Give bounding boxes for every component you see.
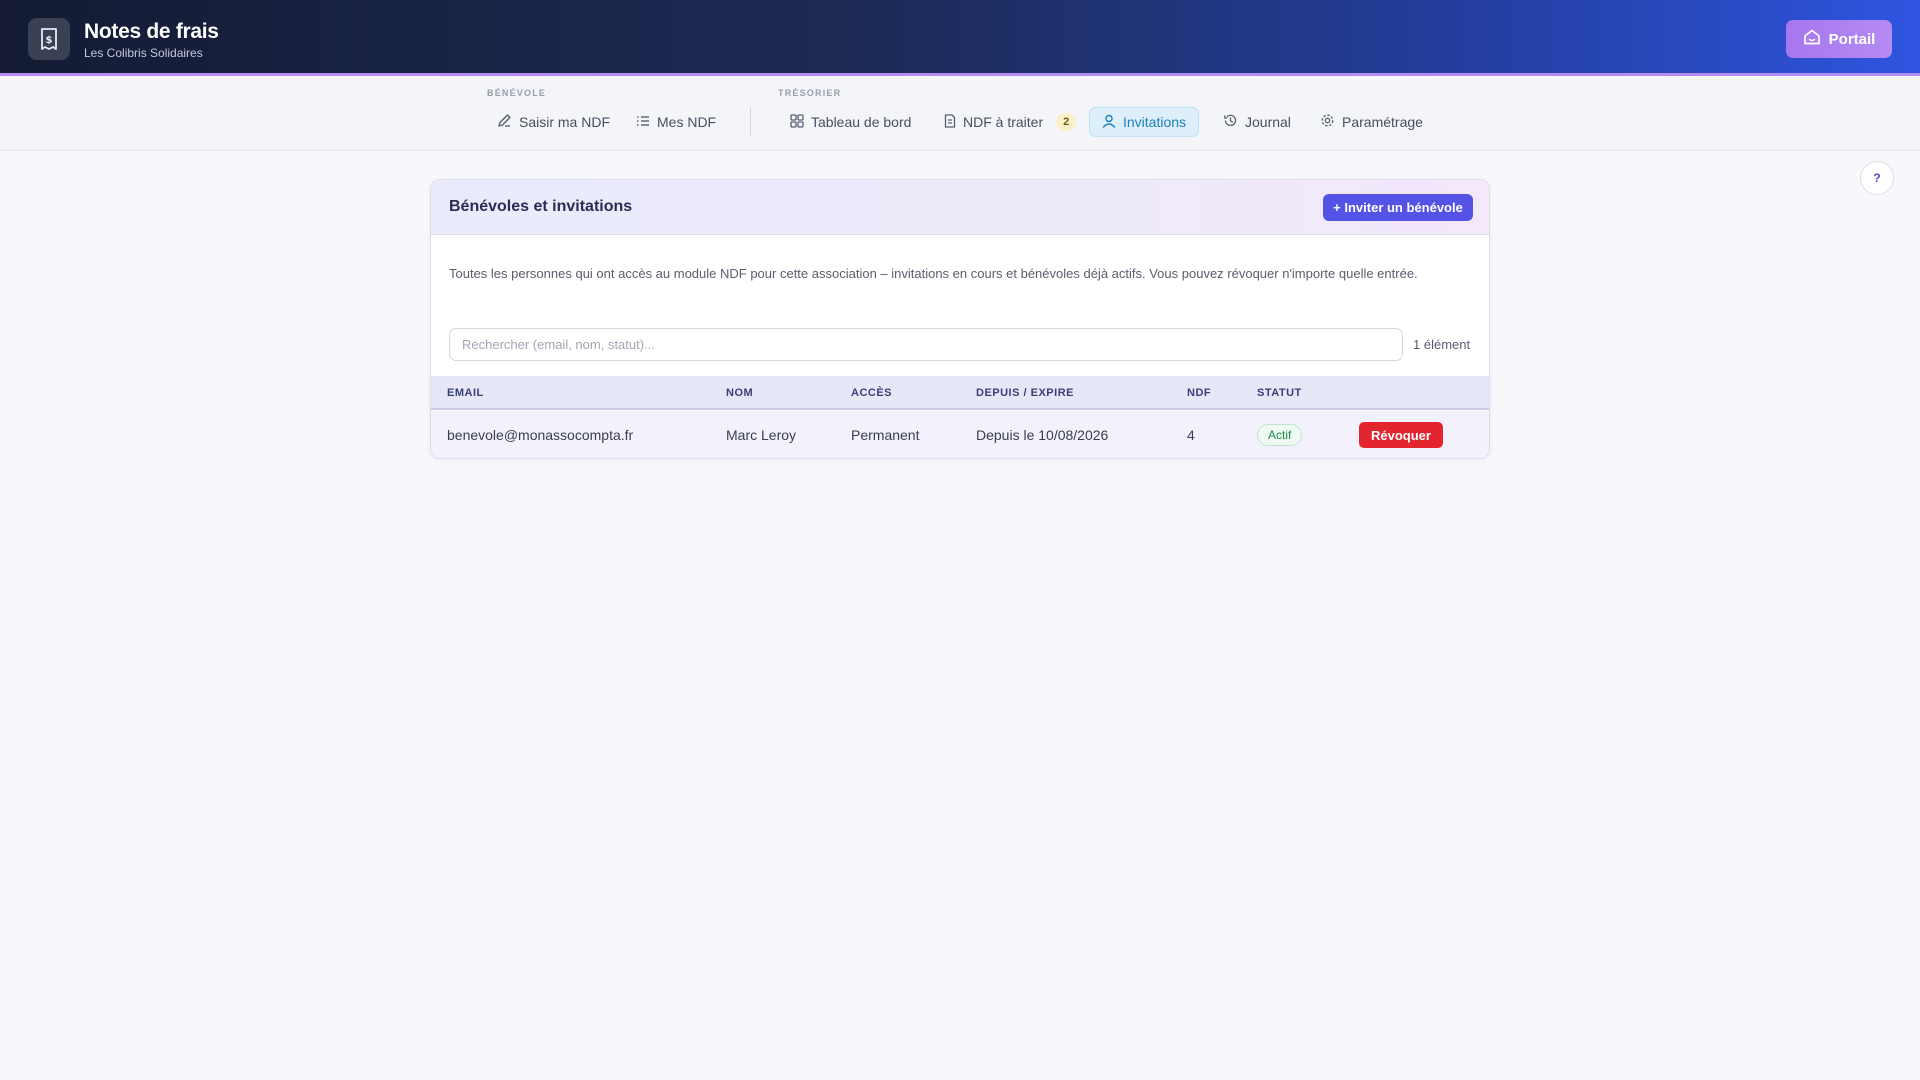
- nav-group-tresorier: TRÉSORIER: [778, 88, 842, 98]
- column-header-access: ACCÈS: [851, 387, 893, 399]
- pending-count-badge: 2: [1056, 113, 1077, 131]
- cell-email: benevole@monassocompta.fr: [447, 427, 634, 443]
- nav-item-label: Mes NDF: [657, 114, 717, 130]
- help-button[interactable]: ?: [1860, 161, 1894, 195]
- portal-button[interactable]: Portail: [1786, 20, 1892, 58]
- nav-item-mes-ndf[interactable]: Mes NDF: [624, 107, 728, 137]
- nav-item-label: Tableau de bord: [811, 114, 912, 130]
- cell-access: Permanent: [851, 427, 920, 443]
- nav-item-saisir-ndf[interactable]: Saisir ma NDF: [485, 107, 622, 137]
- column-header-name: NOM: [726, 387, 754, 399]
- home-icon: [1803, 29, 1821, 49]
- main-nav: BÉNÉVOLE TRÉSORIER Saisir ma NDF Mes NDF…: [0, 79, 1920, 151]
- card-title: Bénévoles et invitations: [449, 198, 633, 215]
- app-title: Notes de frais: [84, 20, 219, 43]
- column-header-ndf: NDF: [1187, 387, 1212, 399]
- history-icon: [1223, 113, 1238, 131]
- revoke-button[interactable]: Révoquer: [1359, 422, 1443, 448]
- table-row: benevole@monassocompta.fr Marc Leroy Per…: [431, 411, 1489, 458]
- nav-item-label: Journal: [1245, 114, 1291, 130]
- nav-item-tableau-de-bord[interactable]: Tableau de bord: [778, 107, 923, 137]
- column-header-email: EMAIL: [447, 387, 484, 399]
- gear-icon: [1320, 113, 1335, 131]
- nav-item-invitations[interactable]: Invitations: [1089, 107, 1200, 137]
- column-header-since: DEPUIS / EXPIRE: [976, 387, 1074, 399]
- document-icon: [944, 113, 956, 131]
- search-input[interactable]: [449, 328, 1403, 361]
- cell-ndf-count: 4: [1187, 427, 1195, 443]
- cell-since: Depuis le 10/08/2026: [976, 427, 1109, 443]
- nav-item-label: Saisir ma NDF: [519, 114, 611, 130]
- receipt-dollar-icon: $: [28, 18, 70, 60]
- nav-divider: [750, 108, 751, 136]
- app-header: $ Notes de frais Les Colibris Solidaires…: [0, 0, 1920, 76]
- nav-item-journal[interactable]: Journal: [1211, 107, 1303, 137]
- dashboard-icon: [790, 113, 804, 131]
- cell-name: Marc Leroy: [726, 427, 797, 443]
- organization-name: Les Colibris Solidaires: [84, 46, 203, 60]
- column-header-status: STATUT: [1257, 387, 1302, 399]
- invite-volunteer-button[interactable]: + Inviter un bénévole: [1323, 194, 1473, 221]
- edit-icon: [497, 113, 512, 131]
- card-header: Bénévoles et invitations + Inviter un bé…: [431, 180, 1489, 235]
- card-description: Toutes les personnes qui ont accès au mo…: [449, 266, 1418, 281]
- result-count: 1 élément: [1413, 337, 1471, 352]
- portal-label: Portail: [1828, 30, 1876, 48]
- nav-item-ndf-a-traiter[interactable]: NDF à traiter 2: [932, 107, 1088, 137]
- svg-text:$: $: [46, 35, 53, 46]
- nav-item-label: NDF à traiter: [963, 114, 1044, 130]
- table-header: EMAIL NOM ACCÈS DEPUIS / EXPIRE NDF STAT…: [431, 376, 1489, 410]
- nav-item-label: Paramétrage: [1342, 114, 1423, 130]
- user-icon: [1102, 114, 1116, 131]
- status-badge: Actif: [1257, 424, 1303, 446]
- nav-item-label: Invitations: [1123, 114, 1187, 130]
- list-icon: [636, 114, 650, 130]
- nav-group-benevole: BÉNÉVOLE: [487, 88, 547, 98]
- nav-item-parametrage[interactable]: Paramétrage: [1308, 107, 1435, 137]
- volunteers-card: Bénévoles et invitations + Inviter un bé…: [430, 179, 1490, 459]
